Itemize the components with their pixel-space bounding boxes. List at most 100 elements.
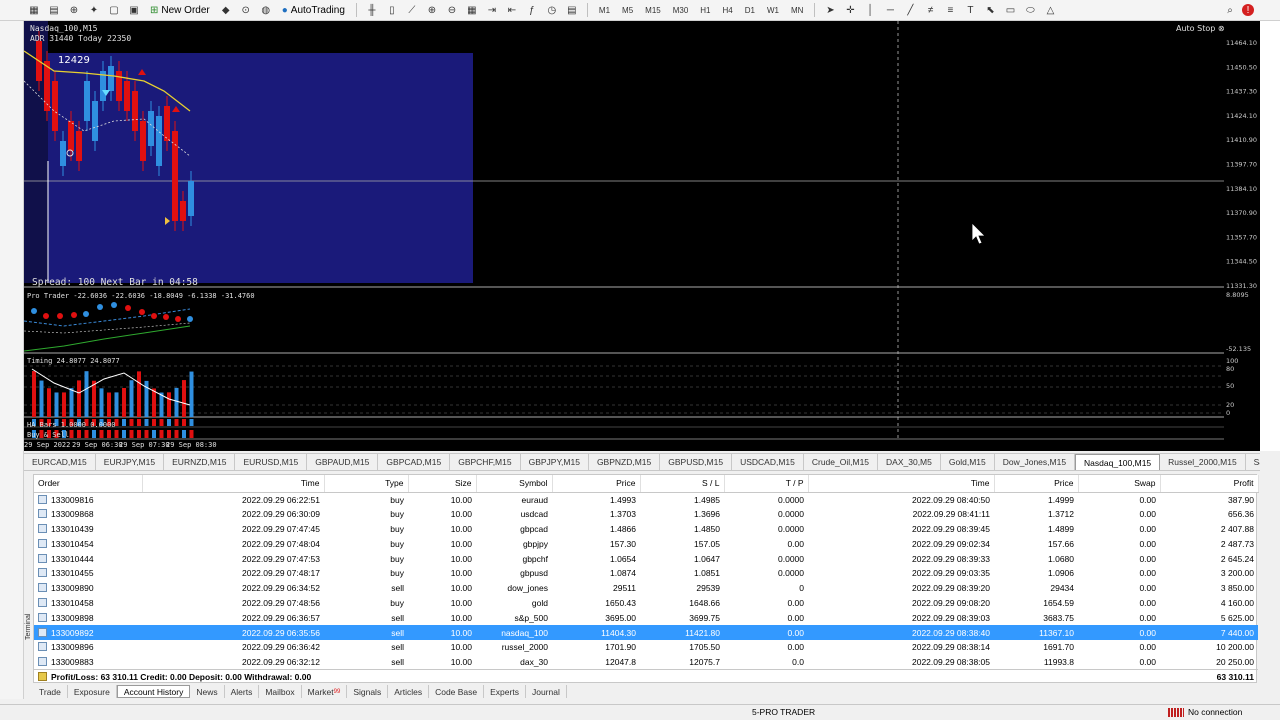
table-row[interactable]: 133010439 2022.09.29 07:47:45 buy 10.00 gbpc… — [34, 522, 1258, 537]
table-row[interactable]: 133009892 2022.09.29 06:35:56 sell 10.00 nas… — [34, 625, 1258, 640]
symbol-tab[interactable]: GBPAUD,M15 — [307, 454, 379, 470]
column-header[interactable]: Swap — [1078, 475, 1161, 493]
new-chart-icon[interactable]: ▦ — [26, 3, 42, 17]
autoscroll-icon[interactable]: ⇥ — [484, 3, 500, 17]
table-row[interactable]: 133009890 2022.09.29 06:34:52 sell 10.00 dow… — [34, 581, 1258, 596]
terminal-tab[interactable]: Code Base — [429, 685, 485, 698]
column-header[interactable]: Price — [552, 475, 641, 493]
candle-chart-icon[interactable]: ▯ — [384, 3, 400, 17]
column-header[interactable]: Size — [408, 475, 477, 493]
symbol-tab[interactable]: GBPUSD,M15 — [660, 454, 733, 470]
text-icon[interactable]: T — [962, 3, 978, 17]
price-chart[interactable]: 11464.10 11450.50 11437.30 11424.10 11410.90… — [24, 21, 1260, 451]
column-header[interactable]: Price — [994, 475, 1079, 493]
bar-chart-icon[interactable]: ╫ — [364, 3, 380, 17]
tester-icon[interactable]: ▣ — [126, 3, 142, 17]
options-icon[interactable]: ◍ — [258, 3, 274, 17]
horizontal-line-icon[interactable]: ─ — [882, 3, 898, 17]
rectangle-icon[interactable]: ▭ — [1002, 3, 1018, 17]
lock-icon[interactable]: ⊙ — [238, 3, 254, 17]
terminal-tab[interactable]: Market 99 — [302, 685, 348, 698]
timeframe-m30[interactable]: M30 — [669, 6, 693, 15]
symbol-tab[interactable]: USDCAD,M15 — [732, 454, 804, 470]
symbol-tab[interactable]: GBPCHF,M15 — [450, 454, 521, 470]
tile-windows-icon[interactable]: ▦ — [464, 3, 480, 17]
column-header[interactable]: S / L — [640, 475, 725, 493]
autotrading-button[interactable]: ● AutoTrading — [278, 2, 349, 18]
new-order-button[interactable]: ⊞ New Order — [146, 2, 214, 18]
search-icon[interactable]: ⌕ — [1222, 3, 1238, 17]
table-row[interactable]: 133010455 2022.09.29 07:48:17 buy 10.00 gbpu… — [34, 566, 1258, 581]
navigator-icon[interactable]: ✦ — [86, 3, 102, 17]
terminal-tab[interactable]: Experts — [484, 685, 526, 698]
zoom-out-icon[interactable]: ⊖ — [444, 3, 460, 17]
arrows-icon[interactable]: ⬉ — [982, 3, 998, 17]
symbol-tab[interactable]: EURCAD,M15 — [24, 454, 96, 470]
line-chart-icon[interactable]: ⟋ — [404, 3, 420, 17]
timeframe-h4[interactable]: H4 — [719, 6, 737, 15]
timeframe-m5[interactable]: M5 — [618, 6, 637, 15]
symbol-tab[interactable]: Gold,M15 — [941, 454, 995, 470]
channel-icon[interactable]: ≠ — [922, 3, 938, 17]
terminal-tab[interactable]: Account History — [116, 685, 191, 698]
terminal-tab[interactable]: Trade — [33, 685, 68, 698]
timeframe-mn[interactable]: MN — [787, 6, 807, 15]
terminal-tab[interactable]: Mailbox — [259, 685, 302, 698]
metaeditor-icon[interactable]: ◆ — [218, 3, 234, 17]
terminal-icon[interactable]: ▢ — [106, 3, 122, 17]
symbol-tab[interactable]: GBPJPY,M15 — [521, 454, 589, 470]
table-row[interactable]: 133009898 2022.09.29 06:36:57 sell 10.00 s&p… — [34, 610, 1258, 625]
terminal-tab[interactable]: News — [190, 685, 225, 698]
table-row[interactable]: 133010454 2022.09.29 07:48:04 buy 10.00 gbpj… — [34, 536, 1258, 551]
terminal-tab[interactable]: Journal — [526, 685, 567, 698]
terminal-tab[interactable]: Signals — [347, 685, 389, 698]
table-row[interactable]: 133010444 2022.09.29 07:47:53 buy 10.00 gbpc… — [34, 551, 1258, 566]
alert-icon[interactable]: ! — [1242, 4, 1254, 16]
market-watch-icon[interactable]: ⊕ — [66, 3, 82, 17]
triangle-icon[interactable]: △ — [1042, 3, 1058, 17]
symbol-tab[interactable]: Dow_Jones,M15 — [995, 454, 1076, 470]
ellipse-icon[interactable]: ⬭ — [1022, 3, 1038, 17]
table-row[interactable]: 133010458 2022.09.29 07:48:56 buy 10.00 gold… — [34, 596, 1258, 611]
symbol-tab[interactable]: EURUSD,M15 — [235, 454, 308, 470]
column-header[interactable]: Symbol — [476, 475, 553, 493]
timeframe-d1[interactable]: D1 — [741, 6, 759, 15]
column-header[interactable]: Time — [142, 475, 325, 493]
periods-icon[interactable]: ◷ — [544, 3, 560, 17]
timeframe-w1[interactable]: W1 — [763, 6, 783, 15]
terminal-tab[interactable]: Alerts — [225, 685, 260, 698]
table-row[interactable]: 133009896 2022.09.29 06:36:42 sell 10.00 rus… — [34, 640, 1258, 655]
trendline-icon[interactable]: ╱ — [902, 3, 918, 17]
column-header[interactable]: Profit — [1160, 475, 1259, 493]
symbol-tab[interactable]: DAX_30,M5 — [878, 454, 941, 470]
symbol-tab[interactable]: GBPNZD,M15 — [589, 454, 661, 470]
chart-shift-icon[interactable]: ⇤ — [504, 3, 520, 17]
symbol-tab[interactable]: Crude_Oil,M15 — [804, 454, 879, 470]
column-header[interactable]: T / P — [724, 475, 809, 493]
close-icon[interactable]: ⊗ — [1218, 24, 1225, 33]
symbol-tab[interactable]: GBPCAD,M15 — [378, 454, 451, 470]
symbol-tab[interactable]: Russel_2000,M15 — [1160, 454, 1246, 470]
account-history-table[interactable]: Order Time Type Size Symbol Price S / LT / P Ti… — [33, 474, 1259, 685]
crosshair-icon[interactable]: ✛ — [842, 3, 858, 17]
symbol-tab[interactable]: EURJPY,M15 — [96, 454, 165, 470]
vertical-line-icon[interactable]: │ — [862, 3, 878, 17]
table-row[interactable]: 133009868 2022.09.29 06:30:09 buy 10.00 usdc… — [34, 507, 1258, 522]
symbol-tab[interactable]: Nasdaq_100,M15 — [1075, 454, 1161, 470]
indicators-icon[interactable]: ƒ — [524, 3, 540, 17]
profiles-icon[interactable]: ▤ — [46, 3, 62, 17]
templates-icon[interactable]: ▤ — [564, 3, 580, 17]
column-header[interactable]: Order — [34, 475, 143, 493]
timeframe-m1[interactable]: M1 — [595, 6, 614, 15]
terminal-tab[interactable]: Exposure — [68, 685, 117, 698]
column-header[interactable]: Type — [324, 475, 409, 493]
table-row[interactable]: 133009816 2022.09.29 06:22:51 buy 10.00 eura… — [34, 492, 1258, 507]
timeframe-h1[interactable]: H1 — [696, 6, 714, 15]
table-row[interactable]: 133009883 2022.09.29 06:32:12 sell 10.00 dax… — [34, 655, 1258, 670]
symbol-tab[interactable]: S& — [1246, 454, 1260, 470]
fibonacci-icon[interactable]: ≡ — [942, 3, 958, 17]
zoom-in-icon[interactable]: ⊕ — [424, 3, 440, 17]
timeframe-m15[interactable]: M15 — [641, 6, 665, 15]
cursor-icon[interactable]: ➤ — [822, 3, 838, 17]
symbol-tab[interactable]: EURNZD,M15 — [164, 454, 236, 470]
